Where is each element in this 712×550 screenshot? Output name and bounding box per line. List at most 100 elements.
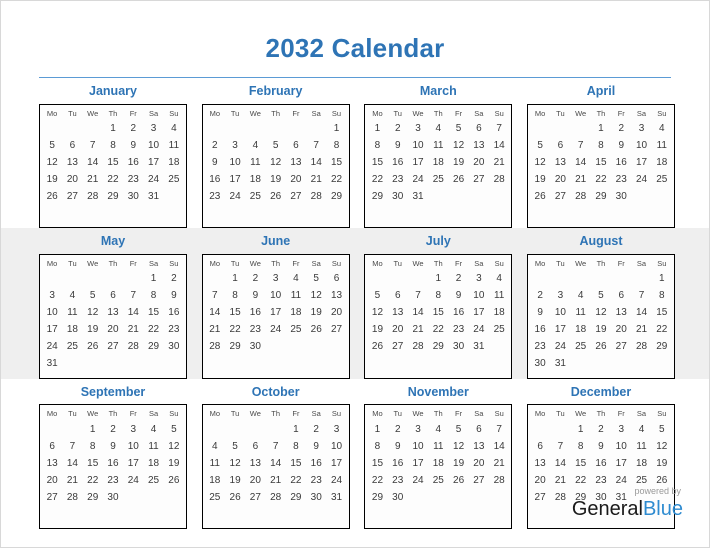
day-cell[interactable]: 28 xyxy=(489,472,509,489)
day-cell[interactable]: 6 xyxy=(469,421,489,438)
day-cell[interactable]: 12 xyxy=(448,438,468,455)
day-cell[interactable]: 2 xyxy=(388,120,408,137)
day-cell[interactable]: 18 xyxy=(143,455,163,472)
day-cell[interactable]: 8 xyxy=(103,137,123,154)
day-cell[interactable]: 21 xyxy=(631,322,651,339)
day-cell[interactable]: 10 xyxy=(266,288,286,305)
day-cell[interactable]: 6 xyxy=(286,137,306,154)
day-cell[interactable]: 2 xyxy=(245,271,265,288)
day-cell[interactable]: 17 xyxy=(550,322,570,339)
day-cell[interactable]: 19 xyxy=(306,305,326,322)
day-cell[interactable]: 13 xyxy=(62,154,82,171)
day-cell[interactable]: 28 xyxy=(489,171,509,188)
day-cell[interactable]: 15 xyxy=(367,154,387,171)
day-cell[interactable]: 28 xyxy=(62,489,82,506)
day-cell[interactable]: 1 xyxy=(326,120,346,137)
day-cell[interactable]: 18 xyxy=(489,305,509,322)
day-cell[interactable]: 20 xyxy=(286,171,306,188)
day-cell[interactable]: 17 xyxy=(225,171,245,188)
day-cell[interactable]: 30 xyxy=(611,188,631,205)
day-cell[interactable]: 24 xyxy=(550,339,570,356)
day-cell[interactable]: 4 xyxy=(571,288,591,305)
day-cell[interactable]: 26 xyxy=(591,339,611,356)
day-cell[interactable]: 3 xyxy=(408,120,428,137)
day-cell[interactable]: 2 xyxy=(306,421,326,438)
day-cell[interactable]: 17 xyxy=(123,455,143,472)
day-cell[interactable]: 24 xyxy=(408,472,428,489)
day-cell[interactable]: 22 xyxy=(367,472,387,489)
day-cell[interactable]: 22 xyxy=(652,322,672,339)
day-cell[interactable]: 3 xyxy=(143,120,163,137)
day-cell[interactable]: 13 xyxy=(326,288,346,305)
day-cell[interactable]: 2 xyxy=(448,271,468,288)
day-cell[interactable]: 17 xyxy=(469,305,489,322)
day-cell[interactable]: 21 xyxy=(62,472,82,489)
day-cell[interactable]: 16 xyxy=(205,171,225,188)
day-cell[interactable]: 18 xyxy=(571,322,591,339)
day-cell[interactable]: 29 xyxy=(103,188,123,205)
day-cell[interactable]: 19 xyxy=(266,171,286,188)
day-cell[interactable]: 20 xyxy=(550,171,570,188)
day-cell[interactable]: 20 xyxy=(469,154,489,171)
day-cell[interactable]: 17 xyxy=(266,305,286,322)
day-cell[interactable]: 15 xyxy=(367,455,387,472)
day-cell[interactable]: 24 xyxy=(42,339,62,356)
day-cell[interactable]: 17 xyxy=(42,322,62,339)
day-cell[interactable]: 16 xyxy=(103,455,123,472)
day-cell[interactable]: 23 xyxy=(611,171,631,188)
day-cell[interactable]: 1 xyxy=(652,271,672,288)
day-cell[interactable]: 4 xyxy=(245,137,265,154)
day-cell[interactable]: 11 xyxy=(62,305,82,322)
day-cell[interactable]: 20 xyxy=(388,322,408,339)
day-cell[interactable]: 14 xyxy=(123,305,143,322)
day-cell[interactable]: 29 xyxy=(652,339,672,356)
day-cell[interactable]: 11 xyxy=(652,137,672,154)
day-cell[interactable]: 27 xyxy=(103,339,123,356)
day-cell[interactable]: 17 xyxy=(631,154,651,171)
day-cell[interactable]: 18 xyxy=(164,154,184,171)
day-cell[interactable]: 3 xyxy=(123,421,143,438)
day-cell[interactable]: 5 xyxy=(652,421,672,438)
day-cell[interactable]: 23 xyxy=(205,188,225,205)
day-cell[interactable]: 15 xyxy=(571,455,591,472)
day-cell[interactable]: 14 xyxy=(489,137,509,154)
day-cell[interactable]: 7 xyxy=(62,438,82,455)
day-cell[interactable]: 3 xyxy=(42,288,62,305)
day-cell[interactable]: 19 xyxy=(367,322,387,339)
day-cell[interactable]: 11 xyxy=(245,154,265,171)
day-cell[interactable]: 30 xyxy=(103,489,123,506)
day-cell[interactable]: 5 xyxy=(367,288,387,305)
day-cell[interactable]: 13 xyxy=(286,154,306,171)
day-cell[interactable]: 9 xyxy=(245,288,265,305)
day-cell[interactable]: 2 xyxy=(388,421,408,438)
day-cell[interactable]: 6 xyxy=(388,288,408,305)
day-cell[interactable]: 28 xyxy=(123,339,143,356)
day-cell[interactable]: 23 xyxy=(388,472,408,489)
day-cell[interactable]: 20 xyxy=(611,322,631,339)
day-cell[interactable]: 28 xyxy=(550,489,570,506)
day-cell[interactable]: 27 xyxy=(469,171,489,188)
day-cell[interactable]: 8 xyxy=(225,288,245,305)
day-cell[interactable]: 16 xyxy=(164,305,184,322)
day-cell[interactable]: 3 xyxy=(408,421,428,438)
day-cell[interactable]: 27 xyxy=(42,489,62,506)
day-cell[interactable]: 27 xyxy=(62,188,82,205)
day-cell[interactable]: 8 xyxy=(286,438,306,455)
day-cell[interactable]: 4 xyxy=(164,120,184,137)
day-cell[interactable]: 21 xyxy=(306,171,326,188)
day-cell[interactable]: 11 xyxy=(164,137,184,154)
day-cell[interactable]: 27 xyxy=(611,339,631,356)
day-cell[interactable]: 25 xyxy=(205,489,225,506)
day-cell[interactable]: 9 xyxy=(205,154,225,171)
day-cell[interactable]: 1 xyxy=(367,421,387,438)
day-cell[interactable]: 29 xyxy=(225,339,245,356)
day-cell[interactable]: 2 xyxy=(530,288,550,305)
day-cell[interactable]: 17 xyxy=(408,455,428,472)
day-cell[interactable]: 10 xyxy=(408,137,428,154)
day-cell[interactable]: 9 xyxy=(591,438,611,455)
day-cell[interactable]: 22 xyxy=(428,322,448,339)
day-cell[interactable]: 8 xyxy=(367,438,387,455)
day-cell[interactable]: 9 xyxy=(123,137,143,154)
day-cell[interactable]: 12 xyxy=(530,154,550,171)
day-cell[interactable]: 1 xyxy=(367,120,387,137)
